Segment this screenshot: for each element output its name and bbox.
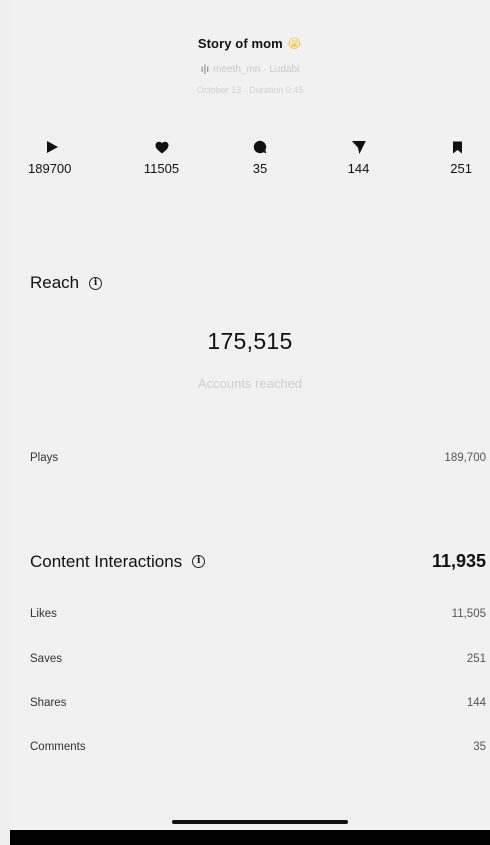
content-interactions-heading: Content Interactions i 11,935 [30, 551, 486, 572]
info-icon[interactable]: i [89, 276, 103, 290]
content-interactions-total: 11,935 [431, 551, 486, 571]
interaction-label: Saves [30, 653, 62, 665]
stat-saves: 251 [422, 138, 472, 176]
accounts-reached-label: Accounts reached [197, 376, 303, 391]
stat-shares: 144 [324, 138, 394, 176]
interaction-row-saves: Saves 251 [30, 653, 486, 665]
post-title-text: Story of mom [197, 36, 283, 51]
interaction-row-likes: Likes 11,505 [30, 608, 486, 620]
post-title: Story of mom 😭 [10, 36, 490, 52]
stat-saves-value: 251 [450, 161, 472, 176]
bookmark-icon [422, 138, 472, 156]
plays-value: 189,700 [444, 452, 486, 464]
stat-comments: 35 [225, 138, 295, 176]
stat-plays: 189700 [28, 138, 98, 176]
play-icon [28, 138, 98, 156]
interaction-row-shares: Shares 144 [30, 697, 486, 709]
plays-label: Plays [30, 452, 59, 464]
comment-icon [225, 138, 295, 156]
reach-heading: Reach i [30, 273, 103, 293]
stats-row: 189700 11505 35 144 251 [10, 138, 490, 176]
audio-text: meeth_mn · Ludabi [213, 64, 300, 75]
bottom-bar [10, 830, 490, 845]
post-title-emoji: 😭 [286, 36, 303, 51]
audio-attribution[interactable]: ı|ı meeth_mn · Ludabi [10, 64, 490, 75]
waveform-icon: ı|ı [200, 64, 210, 75]
interaction-value: 144 [466, 697, 486, 709]
stat-comments-value: 35 [252, 161, 268, 176]
plays-row: Plays 189,700 [30, 452, 486, 464]
stat-likes-value: 11505 [143, 161, 180, 176]
insights-screen: Story of mom 😭 ı|ı meeth_mn · Ludabi Octob… [10, 0, 490, 845]
content-interactions-heading-text: Content Interactions [30, 551, 183, 571]
stat-shares-value: 144 [347, 161, 370, 176]
stat-plays-value: 189700 [28, 161, 72, 176]
home-indicator[interactable] [172, 820, 348, 824]
accounts-reached-value: 175,515 [207, 328, 293, 354]
reach-heading-text: Reach [30, 273, 80, 292]
interaction-label: Likes [30, 608, 57, 620]
interaction-value: 11,505 [451, 608, 486, 620]
stat-likes: 11505 [127, 138, 197, 176]
interaction-value: 35 [473, 741, 486, 753]
heart-icon [127, 138, 197, 156]
interaction-label: Shares [30, 697, 67, 709]
post-date: October 13 · Duration 0:45 [196, 85, 304, 95]
interaction-label: Comments [30, 741, 86, 753]
info-icon[interactable]: i [192, 555, 206, 568]
share-icon [324, 138, 394, 156]
interaction-row-comments: Comments 35 [30, 741, 486, 753]
interaction-value: 251 [466, 653, 486, 665]
post-header: Story of mom 😭 ı|ı meeth_mn · Ludabi Octob… [10, 0, 490, 95]
